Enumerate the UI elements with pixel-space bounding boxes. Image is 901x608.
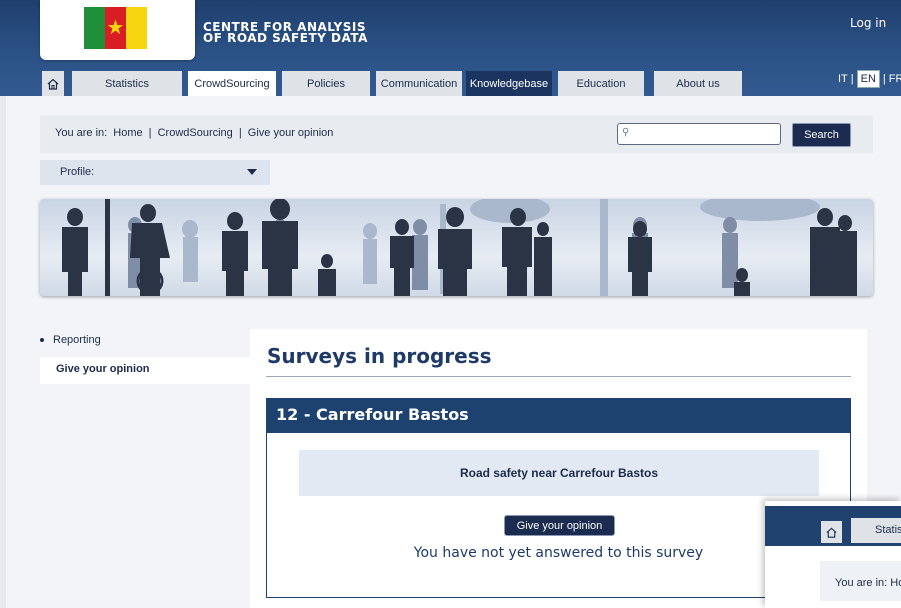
survey-title: 12 - Carrefour Bastos — [276, 405, 469, 424]
breadcrumb: You are in: Home | CrowdSourcing | Give … — [55, 127, 334, 139]
give-opinion-button[interactable]: Give your opinion — [504, 515, 615, 536]
home-icon — [47, 78, 59, 90]
tab-about-us[interactable]: About us — [654, 71, 742, 96]
tab-communication[interactable]: Communication — [376, 71, 462, 96]
survey-description: Road safety near Carrefour Bastos — [299, 450, 819, 496]
tab-education[interactable]: Education — [558, 71, 644, 96]
profile-label: Profile: — [60, 166, 95, 178]
login-link[interactable]: Log in — [850, 16, 886, 30]
breadcrumb-crowdsourcing[interactable]: CrowdSourcing — [158, 127, 233, 139]
site-header: ★ CENTRE FOR ANALYSIS OF ROAD SAFETY DAT… — [0, 0, 901, 96]
breadcrumb-home[interactable]: Home — [113, 127, 142, 139]
survey-header: 12 - Carrefour Bastos — [266, 398, 851, 433]
tab-statistics[interactable]: Statistics — [72, 71, 182, 96]
overlay-tab-home[interactable] — [821, 521, 842, 543]
page-title: Surveys in progress — [267, 344, 492, 368]
main-nav: Statistics CrowdSourcing Policies Commun… — [42, 71, 748, 96]
star-icon: ★ — [106, 15, 125, 39]
tab-knowledgebase[interactable]: Knowledgebase — [466, 71, 552, 96]
sidebar-item-reporting[interactable]: Reporting — [40, 334, 101, 346]
site-title: CENTRE FOR ANALYSIS OF ROAD SAFETY DATA — [203, 20, 368, 45]
bullet-icon — [40, 338, 44, 343]
overlapping-window: Statistics You are in: Home — [765, 501, 901, 608]
survey-status: You have not yet answered to this survey — [413, 545, 704, 561]
lang-en[interactable]: EN — [856, 70, 880, 88]
home-icon — [826, 527, 837, 538]
people-banner-image — [40, 199, 873, 296]
breadcrumb-bar: You are in: Home | CrowdSourcing | Give … — [40, 115, 873, 153]
search-button[interactable]: Search — [792, 123, 851, 147]
language-switcher: IT | EN | FR — [838, 70, 901, 88]
search-icon: ⚲ — [622, 127, 630, 138]
overlay-breadcrumb: You are in: Home — [820, 561, 901, 601]
survey-card: Road safety near Carrefour Bastos Give y… — [266, 433, 851, 598]
overlay-tab-statistics[interactable]: Statistics — [851, 518, 901, 543]
cameroon-flag-logo[interactable]: ★ — [84, 7, 147, 49]
breadcrumb-current: Give your opinion — [247, 127, 334, 139]
lang-fr[interactable]: FR — [889, 73, 901, 85]
chevron-down-icon — [247, 169, 257, 175]
logo-card: ★ — [40, 0, 195, 60]
tab-home[interactable] — [42, 71, 64, 96]
breadcrumb-prefix: You are in: — [55, 127, 108, 139]
tab-crowdsourcing[interactable]: CrowdSourcing — [188, 71, 276, 96]
search-input[interactable]: ⚲ — [617, 123, 781, 145]
sidebar-item-give-your-opinion[interactable]: Give your opinion — [40, 357, 250, 384]
divider — [266, 376, 851, 377]
tab-policies[interactable]: Policies — [282, 71, 370, 96]
lang-it[interactable]: IT — [838, 73, 848, 85]
profile-dropdown[interactable]: Profile: — [40, 160, 270, 185]
